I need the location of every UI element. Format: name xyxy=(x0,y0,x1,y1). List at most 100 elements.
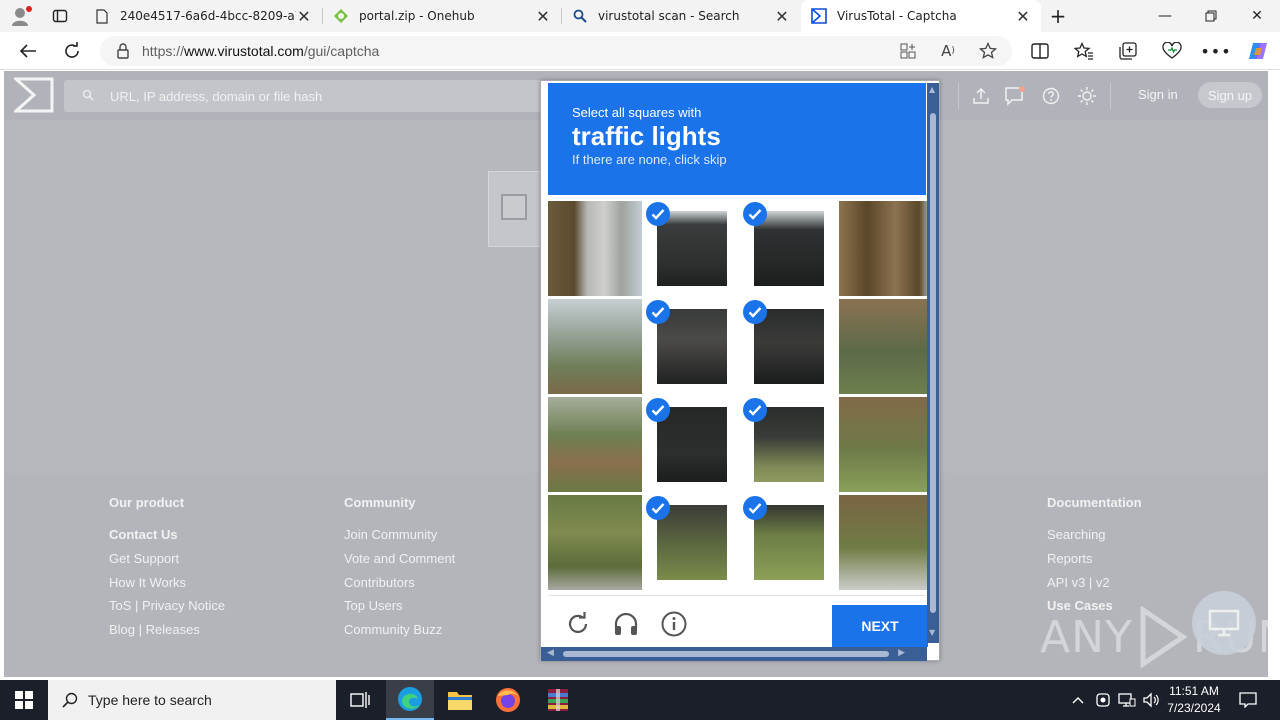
restore-icon[interactable] xyxy=(1188,0,1234,32)
network-icon[interactable] xyxy=(1116,680,1138,720)
apps-icon[interactable] xyxy=(896,40,920,62)
captcha-tile[interactable] xyxy=(742,201,836,296)
audio-headphones-icon[interactable] xyxy=(612,610,640,638)
new-tab-icon[interactable]: + xyxy=(1048,6,1068,26)
url-field[interactable]: https://www.virustotal.com/gui/captcha xyxy=(100,36,1012,66)
tab-search[interactable]: virustotal scan - Search ✕ xyxy=(562,0,800,32)
footer-link[interactable]: Community Buzz xyxy=(344,618,455,642)
checkmark-icon xyxy=(743,202,767,226)
captcha-tile[interactable] xyxy=(645,201,739,296)
more-menu-icon[interactable]: ••• xyxy=(1200,40,1230,62)
file-explorer-icon[interactable] xyxy=(436,680,484,720)
captcha-tile[interactable] xyxy=(839,201,933,296)
notifications-icon[interactable] xyxy=(1004,85,1026,107)
close-icon[interactable]: ✕ xyxy=(1015,7,1031,26)
tab-document[interactable]: 240e4517-6a6d-4bcc-8209-a76bb ✕ xyxy=(84,0,322,32)
refresh-icon[interactable] xyxy=(58,38,86,64)
footer-heading: Our product xyxy=(109,495,185,510)
captcha-tile[interactable] xyxy=(742,299,836,394)
footer-link[interactable]: ToS | Privacy Notice xyxy=(109,594,225,618)
footer-link[interactable]: Get Support xyxy=(109,547,225,571)
favorites-icon[interactable] xyxy=(1072,40,1096,62)
footer-link[interactable]: Reports xyxy=(1047,547,1142,571)
firefox-icon[interactable] xyxy=(484,680,532,720)
captcha-tile[interactable] xyxy=(645,397,739,492)
help-icon[interactable] xyxy=(1040,85,1062,107)
system-clock[interactable]: 11:51 AM 7/23/2024 xyxy=(1160,683,1228,717)
sign-up-button[interactable]: Sign up xyxy=(1198,82,1262,108)
vertical-scrollbar[interactable]: ▲ ▼ xyxy=(927,83,939,643)
footer-link[interactable]: Searching xyxy=(1047,523,1142,547)
footer-link[interactable]: Top Users xyxy=(344,594,455,618)
footer-link[interactable]: How It Works xyxy=(109,571,225,595)
captcha-tile-image xyxy=(839,299,933,394)
lock-icon[interactable] xyxy=(116,43,130,59)
sign-in-link[interactable]: Sign in xyxy=(1138,87,1178,102)
horizontal-scrollbar[interactable]: ◀ ▶ xyxy=(541,647,927,661)
captcha-tile[interactable] xyxy=(548,397,642,492)
close-icon[interactable]: ✕ xyxy=(296,7,312,26)
footer-link[interactable]: Blog | Releases xyxy=(109,618,225,642)
theme-sun-icon[interactable] xyxy=(1076,85,1098,107)
captcha-checkbox[interactable] xyxy=(501,194,527,220)
footer-link[interactable]: Join Community xyxy=(344,523,455,547)
network-security-icon[interactable] xyxy=(1092,680,1114,720)
close-icon[interactable]: ✕ xyxy=(535,7,551,26)
tab-onehub[interactable]: portal.zip - Onehub ✕ xyxy=(323,0,561,32)
task-view-icon[interactable] xyxy=(336,680,384,720)
volume-icon[interactable] xyxy=(1140,680,1162,720)
captcha-tile-image xyxy=(754,211,824,286)
tab-actions-icon[interactable] xyxy=(52,8,68,24)
notification-center-icon[interactable] xyxy=(1236,680,1260,720)
minimize-icon[interactable]: — xyxy=(1142,0,1188,32)
captcha-tile[interactable] xyxy=(548,299,642,394)
next-button[interactable]: NEXT xyxy=(832,605,928,647)
captcha-tile[interactable] xyxy=(742,495,836,590)
tab-virustotal[interactable]: VirusTotal - Captcha ✕ xyxy=(801,0,1041,32)
show-hidden-icons-icon[interactable] xyxy=(1068,680,1088,720)
vt-search-input[interactable]: URL, IP address, domain or file hash xyxy=(64,80,544,112)
footer-link[interactable]: API v3 | v2 xyxy=(1047,571,1142,595)
info-icon[interactable] xyxy=(660,610,688,638)
captcha-tile-image xyxy=(839,495,933,590)
profile-icon[interactable] xyxy=(10,6,32,26)
checkmark-icon xyxy=(646,300,670,324)
winrar-icon[interactable] xyxy=(534,680,582,720)
captcha-footer: NEXT xyxy=(548,595,928,647)
reload-icon[interactable] xyxy=(564,610,592,638)
windows-start-icon[interactable] xyxy=(0,680,48,720)
footer-link[interactable]: Vote and Comment xyxy=(344,547,455,571)
captcha-tile[interactable] xyxy=(548,201,642,296)
collections-icon[interactable] xyxy=(1116,40,1140,62)
back-icon[interactable] xyxy=(14,38,42,64)
split-screen-icon[interactable] xyxy=(1028,40,1052,62)
captcha-tile[interactable] xyxy=(548,495,642,590)
copilot-icon[interactable] xyxy=(1246,40,1270,62)
edge-browser-icon[interactable] xyxy=(386,680,434,720)
footer-link[interactable]: Contact Us xyxy=(109,523,225,547)
search-icon xyxy=(62,692,78,708)
favorite-star-icon[interactable] xyxy=(976,40,1000,62)
browser-essentials-icon[interactable] xyxy=(1160,40,1184,62)
captcha-tile[interactable] xyxy=(742,397,836,492)
captcha-tile[interactable] xyxy=(645,495,739,590)
captcha-grid xyxy=(548,201,933,590)
captcha-tile-image xyxy=(657,309,727,384)
virustotal-logo-icon[interactable] xyxy=(12,77,54,113)
footer-link[interactable]: Contributors xyxy=(344,571,455,595)
captcha-tile[interactable] xyxy=(645,299,739,394)
captcha-tile-image xyxy=(548,397,642,492)
taskbar-search-input[interactable]: Type here to search xyxy=(48,680,336,720)
read-aloud-icon[interactable]: A) xyxy=(936,40,960,62)
captcha-tile[interactable] xyxy=(839,299,933,394)
captcha-tile-image xyxy=(754,407,824,482)
captcha-tile-image xyxy=(657,407,727,482)
checkmark-icon xyxy=(646,496,670,520)
captcha-tile[interactable] xyxy=(839,397,933,492)
captcha-tile[interactable] xyxy=(839,495,933,590)
close-window-icon[interactable]: ✕ xyxy=(1234,0,1280,32)
search-icon xyxy=(572,8,588,24)
clock-time: 11:51 AM xyxy=(1169,684,1219,698)
upload-icon[interactable] xyxy=(970,85,992,107)
close-icon[interactable]: ✕ xyxy=(774,7,790,26)
